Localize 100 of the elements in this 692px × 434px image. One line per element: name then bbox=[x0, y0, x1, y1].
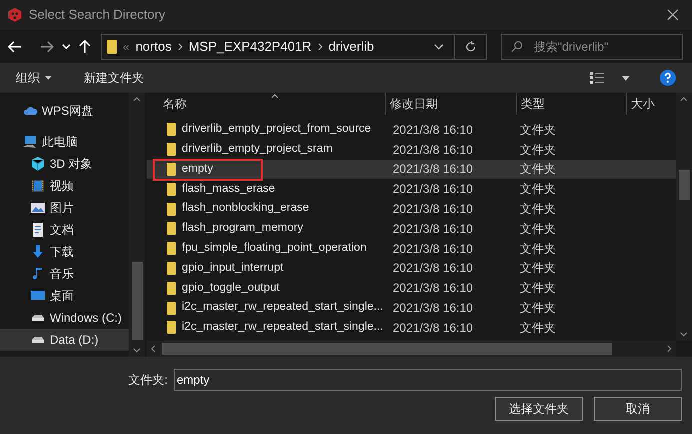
file-row[interactable]: i2c_master_rw_repeated_start_single... 2021/3/8 16:10 文件夹 bbox=[147, 298, 676, 318]
type-cell-text: 文件夹 bbox=[519, 181, 557, 198]
chevron-right-icon bbox=[178, 42, 183, 50]
breadcrumb-item[interactable]: driverlib bbox=[328, 36, 374, 56]
file-row[interactable]: flash_nonblocking_erase 2021/3/8 16:10 文件夹 bbox=[147, 199, 676, 219]
column-header[interactable]: 名称 bbox=[147, 93, 385, 115]
chevron-left-icon[interactable] bbox=[151, 345, 156, 353]
type-cell-text: 文件夹 bbox=[519, 320, 557, 337]
date-cell-text: 2021/3/8 16:10 bbox=[392, 181, 474, 198]
forward-arrow-icon[interactable] bbox=[40, 40, 54, 52]
up-arrow-icon[interactable] bbox=[79, 40, 91, 54]
date-cell-text: 2021/3/8 16:10 bbox=[392, 201, 474, 218]
scrollbar[interactable] bbox=[676, 93, 692, 341]
sidebar-item[interactable]: 音乐 bbox=[0, 263, 129, 285]
folder-icon bbox=[167, 242, 176, 256]
cube-icon bbox=[30, 156, 46, 172]
file-row[interactable]: flash_mass_erase 2021/3/8 16:10 文件夹 bbox=[147, 179, 676, 200]
date-cell-text: 2021/3/8 16:10 bbox=[392, 260, 474, 278]
sidebar-item[interactable]: 此电脑 bbox=[0, 131, 129, 153]
date-cell-text: 2021/3/8 16:10 bbox=[392, 280, 474, 298]
chevron-up-icon[interactable] bbox=[133, 97, 141, 102]
type-cell-text: 文件夹 bbox=[519, 220, 557, 238]
scrollbar-thumb[interactable] bbox=[162, 343, 612, 355]
down-arrow-icon bbox=[30, 244, 46, 260]
sidebar-item[interactable]: 3D 对象 bbox=[0, 153, 129, 175]
file-row[interactable]: i2c_master_rw_repeated_start_single... 2021/3/8 16:10 文件夹 bbox=[147, 318, 676, 338]
sort-caret-icon[interactable] bbox=[271, 94, 279, 99]
type-cell-text: 文件夹 bbox=[519, 161, 557, 178]
sidebar-item[interactable]: Windows (C:) bbox=[0, 307, 129, 329]
chevron-right-icon bbox=[318, 42, 323, 50]
file-row[interactable]: empty 2021/3/8 16:10 文件夹 bbox=[147, 160, 676, 180]
file-row[interactable]: fpu_simple_floating_point_operation 2021/3/8 16:10 文件夹 bbox=[147, 238, 676, 259]
computer-icon bbox=[22, 134, 38, 150]
chevron-down-icon[interactable] bbox=[434, 44, 444, 50]
folder-label: 文件夹: bbox=[128, 372, 168, 389]
breadcrumb-item[interactable]: nortos bbox=[136, 36, 172, 56]
scrollbar-thumb[interactable] bbox=[678, 170, 690, 200]
overflow-chevron[interactable]: « bbox=[123, 38, 130, 56]
column-header[interactable]: 修改日期 bbox=[385, 93, 516, 115]
sidebar-item[interactable]: 下载 bbox=[0, 241, 129, 263]
address-bar[interactable]: « nortos MSP_EXP432P401R driverlib bbox=[101, 34, 487, 60]
sidebar-item[interactable]: 图片 bbox=[0, 197, 129, 219]
file-name: fpu_simple_floating_point_operation bbox=[182, 241, 367, 256]
folder-icon bbox=[167, 123, 176, 136]
chevron-right-icon[interactable] bbox=[667, 345, 672, 353]
date-cell-text: 2021/3/8 16:10 bbox=[392, 320, 474, 337]
folder-icon bbox=[167, 321, 176, 334]
sidebar-item[interactable]: 文档 bbox=[0, 219, 129, 241]
date-cell-text: 2021/3/8 16:10 bbox=[392, 161, 474, 178]
help-icon[interactable] bbox=[660, 70, 676, 86]
sidebar-item[interactable]: Data (D:) bbox=[0, 329, 129, 351]
file-row[interactable]: driverlib_empty_project_sram 2021/3/8 16:10 文件夹 bbox=[147, 140, 676, 160]
file-name: empty bbox=[182, 162, 214, 177]
folder-icon bbox=[107, 40, 117, 54]
type-cell-text: 文件夹 bbox=[519, 280, 557, 298]
scrollbar[interactable] bbox=[129, 93, 145, 357]
chevron-up-icon[interactable] bbox=[680, 97, 688, 102]
type-cell-text: 文件夹 bbox=[519, 240, 557, 258]
date-cell-text: 2021/3/8 16:10 bbox=[392, 122, 474, 139]
file-row[interactable]: driverlib_empty_project_from_source 2021/3/8 16:10 文件夹 bbox=[147, 120, 676, 140]
folder-icon bbox=[167, 182, 176, 196]
sidebar-item[interactable]: 桌面 bbox=[0, 285, 129, 307]
search-field[interactable]: 搜索"driverlib" bbox=[501, 34, 683, 60]
folder-icon bbox=[167, 282, 176, 295]
cancel-button[interactable]: 取消 bbox=[594, 397, 682, 421]
date-cell-text: 2021/3/8 16:10 bbox=[392, 300, 474, 318]
type-cell-text: 文件夹 bbox=[519, 201, 557, 218]
view-options-icon[interactable] bbox=[590, 72, 604, 84]
folder-icon bbox=[167, 162, 176, 176]
date-cell-text: 2021/3/8 16:10 bbox=[392, 220, 474, 238]
folder-icon bbox=[167, 302, 176, 315]
breadcrumb-item[interactable]: MSP_EXP432P401R bbox=[188, 36, 312, 56]
folder-name-field[interactable]: empty bbox=[174, 369, 682, 391]
search-icon bbox=[511, 40, 523, 52]
back-arrow-icon[interactable] bbox=[8, 40, 22, 52]
app-logo-icon bbox=[7, 7, 23, 23]
file-name: i2c_master_rw_repeated_start_single... bbox=[182, 300, 384, 316]
sidebar-item[interactable]: WPS网盘 bbox=[0, 100, 129, 122]
document-icon bbox=[30, 222, 46, 238]
file-name: gpio_input_interrupt bbox=[182, 260, 284, 276]
film-icon bbox=[30, 178, 46, 194]
folder-icon bbox=[167, 262, 176, 275]
organize-menu-button[interactable]: 组织 bbox=[16, 69, 52, 87]
caret-icon[interactable] bbox=[622, 76, 630, 80]
scrollbar-thumb[interactable] bbox=[132, 262, 142, 340]
file-row[interactable]: gpio_toggle_output 2021/3/8 16:10 文件夹 bbox=[147, 278, 676, 298]
refresh-icon[interactable] bbox=[465, 40, 477, 52]
sidebar-item[interactable]: 视频 bbox=[0, 175, 129, 197]
horizontal-scrollbar[interactable] bbox=[147, 341, 676, 357]
folder-icon bbox=[167, 222, 176, 236]
file-row[interactable]: flash_program_memory 2021/3/8 16:10 文件夹 bbox=[147, 218, 676, 239]
new-folder-button[interactable]: 新建文件夹 bbox=[84, 69, 144, 87]
type-cell-text: 文件夹 bbox=[519, 142, 557, 159]
type-cell-text: 文件夹 bbox=[519, 122, 557, 139]
select-folder-button[interactable]: 选择文件夹 bbox=[495, 397, 583, 421]
file-name: i2c_master_rw_repeated_start_single... bbox=[182, 320, 384, 336]
column-header[interactable]: 类型 bbox=[516, 93, 626, 115]
close-icon[interactable] bbox=[667, 9, 679, 21]
file-row[interactable]: gpio_input_interrupt 2021/3/8 16:10 文件夹 bbox=[147, 258, 676, 278]
column-header[interactable]: 大小 bbox=[626, 93, 666, 115]
